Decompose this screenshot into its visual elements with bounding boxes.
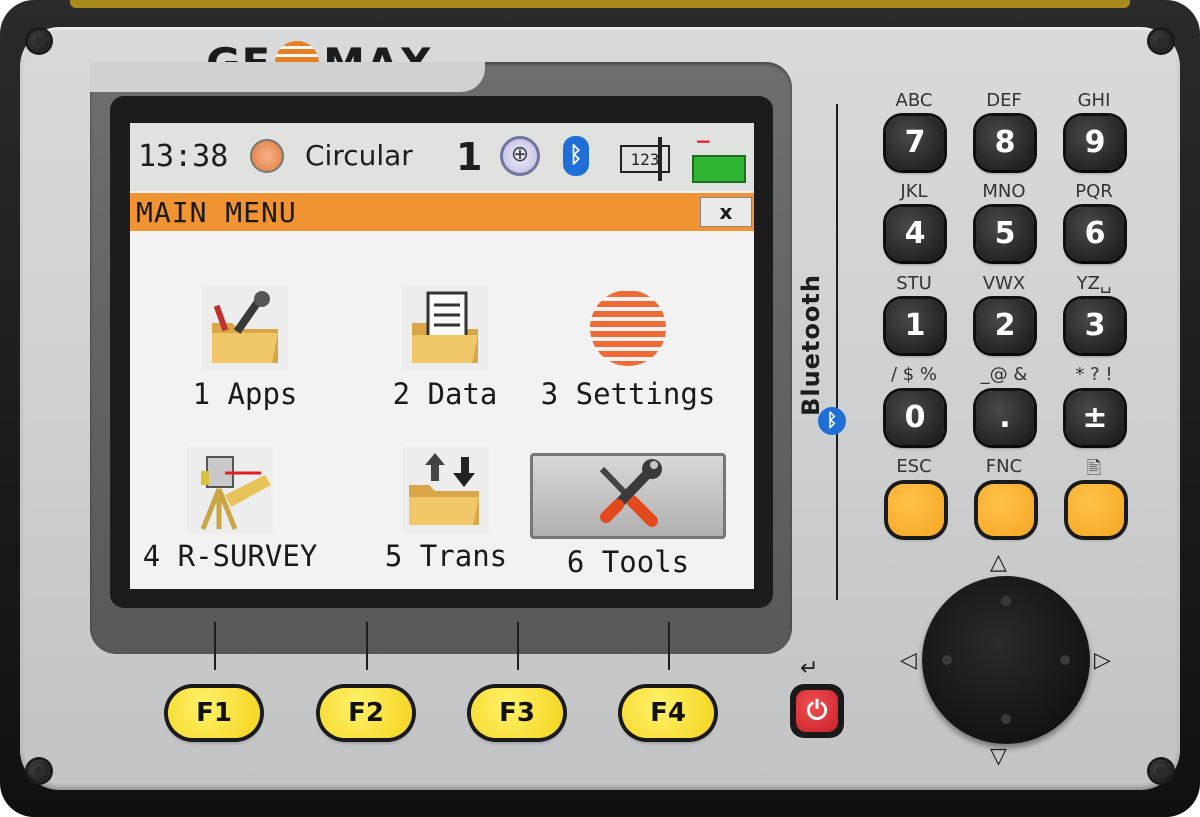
key-sub-label: _@ & [980, 364, 1028, 385]
key-5[interactable]: 5 [976, 207, 1034, 261]
menu-item-label: 6 Tools [566, 545, 690, 579]
menu-item-data[interactable]: 2 Data [360, 283, 530, 411]
screw-icon [28, 760, 50, 782]
screw-icon [1150, 760, 1172, 782]
menu-item-settings[interactable]: 3 Settings [528, 283, 728, 411]
display-screen: 13:38 Circular 1 ⊕ ᛒ 123 −+ MAIN MENU x [130, 123, 754, 589]
total-station-folder-icon [187, 447, 273, 533]
key-1[interactable]: 1 [886, 299, 944, 353]
key-sub-label: PQR [1075, 181, 1113, 202]
key-sub-label: / $ % [890, 364, 938, 385]
navigation-pad[interactable] [922, 576, 1090, 744]
arrow-left-icon: ◁ [900, 648, 917, 673]
top-strip [70, 0, 1130, 8]
f1-button[interactable]: F1 [168, 688, 260, 738]
menu-title-bar: MAIN MENU x [130, 193, 754, 231]
key-0[interactable]: 0 [886, 391, 944, 445]
key-7[interactable]: 7 [886, 116, 944, 170]
menu-item-r-survey[interactable]: 4 R-SURVEY [130, 445, 330, 573]
key-3[interactable]: 3 [1066, 299, 1124, 353]
menu-item-label: 3 Settings [540, 377, 716, 411]
key-sub-label: GHI [1077, 90, 1111, 111]
geomax-globe-icon [590, 290, 666, 366]
fnc-button[interactable] [978, 484, 1034, 536]
enter-icon: ↵ [800, 656, 819, 681]
bluetooth-icon[interactable]: ᛒ [563, 136, 589, 176]
fnc-label: FNC [985, 456, 1023, 477]
arrow-up-icon: △ [990, 550, 1007, 575]
key-2[interactable]: 2 [976, 299, 1034, 353]
menu-item-apps[interactable]: 1 Apps [160, 283, 330, 411]
arrow-right-icon: ▷ [1094, 648, 1111, 673]
close-button[interactable]: x [700, 197, 752, 227]
wrench-screwdriver-icon [599, 459, 662, 527]
device-body: GEMAX 13:38 Circular 1 ⊕ ᛒ 123 −+ MAIN M… [0, 0, 1200, 817]
key-sub-label: DEF [986, 90, 1022, 111]
key-8[interactable]: 8 [976, 116, 1034, 170]
key-sub-label: ABC [895, 90, 933, 111]
power-button[interactable]: ⏻ [790, 684, 844, 738]
menu-item-trans[interactable]: 5 Trans [356, 445, 536, 573]
menu-item-label: 4 R-SURVEY [142, 539, 318, 573]
face-indicator[interactable]: 1 [456, 135, 482, 179]
key-4[interactable]: 4 [886, 207, 944, 261]
bluetooth-logo-icon: ᛒ [818, 407, 846, 435]
screw-icon [28, 30, 50, 52]
key-9[interactable]: 9 [1066, 116, 1124, 170]
data-folder-icon [402, 285, 488, 371]
f2-button[interactable]: F2 [320, 688, 412, 738]
status-time: 13:38 [138, 139, 229, 174]
key-dot[interactable]: . [976, 391, 1034, 445]
key-6[interactable]: 6 [1066, 207, 1124, 261]
text-cursor-icon [658, 137, 662, 181]
key-plus-minus[interactable]: ± [1066, 391, 1124, 445]
arrow-down-icon: ▽ [990, 744, 1007, 769]
f3-button[interactable]: F3 [471, 688, 563, 738]
power-icon: ⏻ [796, 690, 838, 732]
menu-item-label: 5 Trans [384, 539, 508, 573]
menu-item-tools[interactable]: 6 Tools [530, 455, 726, 579]
esc-label: ESC [896, 456, 932, 477]
transfer-folder-icon [403, 447, 489, 533]
key-sub-label: STU [896, 273, 932, 294]
menu-item-label: 2 Data [392, 377, 498, 411]
page-button[interactable] [1068, 484, 1124, 536]
menu-item-label: 1 Apps [192, 377, 298, 411]
key-sub-label: YZ␣ [1076, 273, 1112, 294]
status-bar: 13:38 Circular 1 ⊕ ᛒ 123 −+ [130, 123, 754, 191]
key-sub-label: MNO [982, 181, 1026, 202]
crosshair-target-icon[interactable]: ⊕ [500, 136, 540, 176]
input-mode-indicator[interactable]: 123 [620, 145, 670, 173]
key-sub-label: * ? ! [1075, 364, 1113, 385]
key-sub-label: VWX [982, 273, 1026, 294]
prism-icon[interactable] [250, 139, 284, 173]
f4-button[interactable]: F4 [622, 688, 714, 738]
screw-icon [1150, 30, 1172, 52]
key-sub-label: JKL [900, 181, 928, 202]
esc-button[interactable] [888, 484, 944, 536]
page-icon: 🖹 [1086, 458, 1102, 479]
battery-icon[interactable] [692, 155, 746, 183]
page-title: MAIN MENU [136, 196, 297, 229]
status-mode[interactable]: Circular [305, 139, 413, 172]
apps-folder-icon [202, 285, 288, 371]
